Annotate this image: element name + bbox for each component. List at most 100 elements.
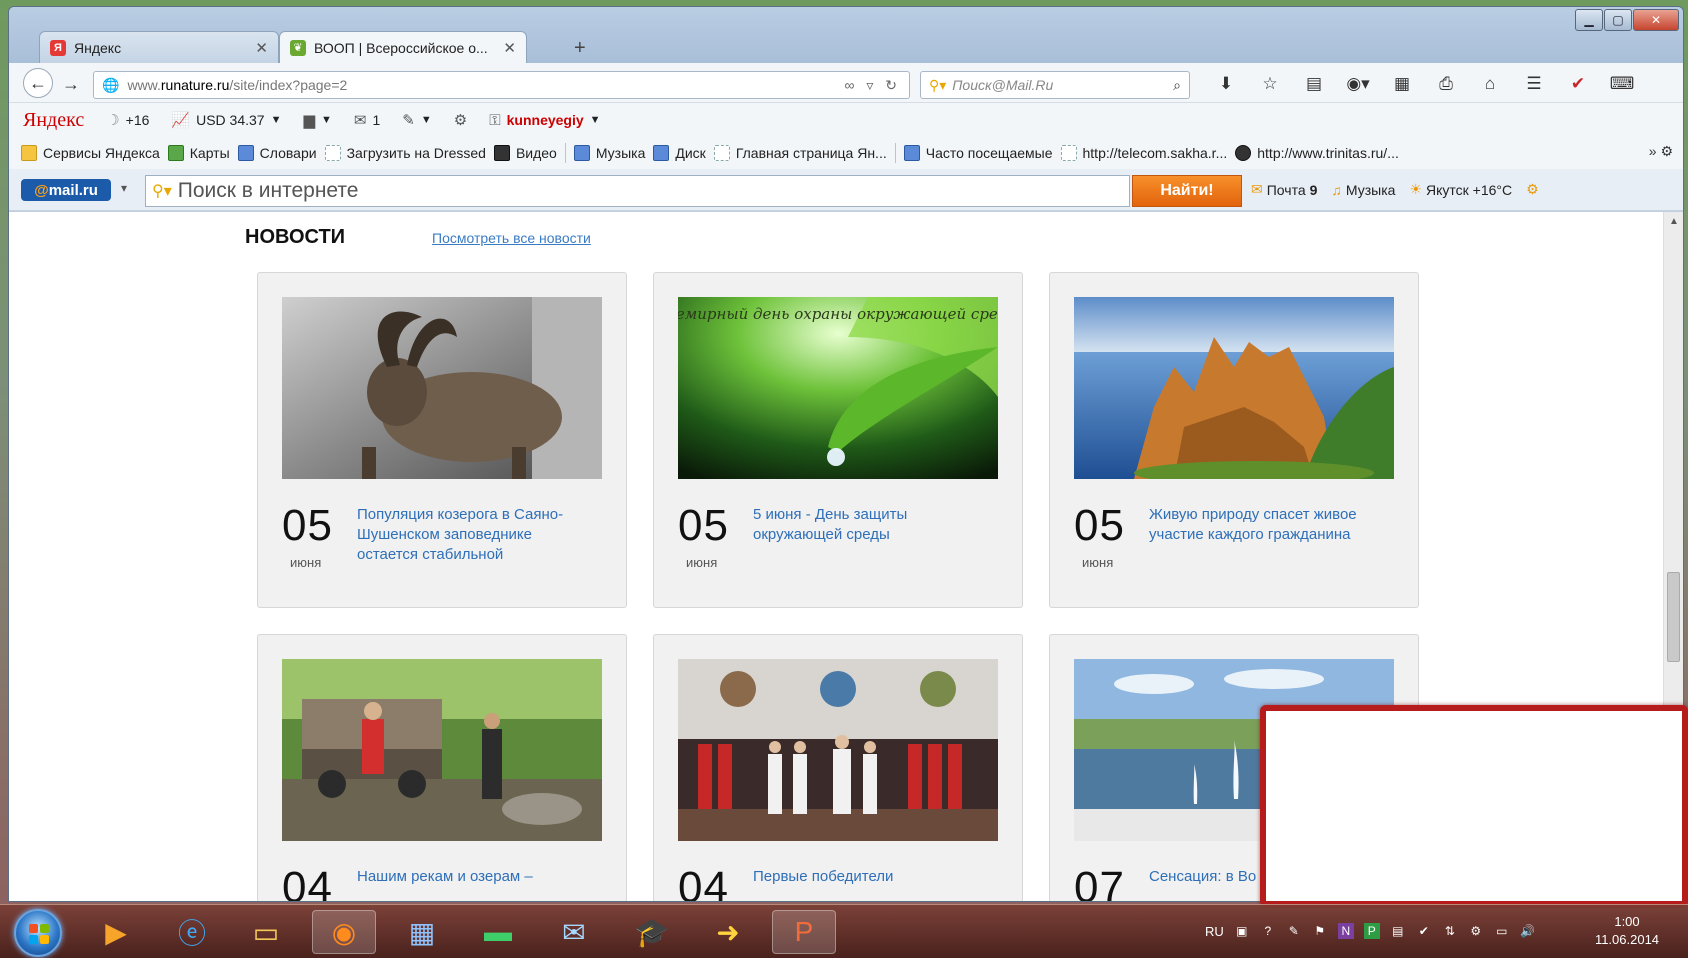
pen-icon[interactable]: ✎ xyxy=(1286,923,1302,939)
money-icon[interactable]: ▬ xyxy=(466,910,530,954)
apps-grid-icon[interactable]: ▦ xyxy=(1380,71,1424,97)
user-widget[interactable]: ⚿ kunneyegiy ▼ xyxy=(489,112,600,129)
stage-photo[interactable] xyxy=(678,659,998,841)
reload-icon[interactable]: ∞ ▿ ↻ xyxy=(844,77,901,94)
currency-widget[interactable]: 📈 USD 34.37 ▼ xyxy=(171,111,281,129)
internet-search-input[interactable]: ⚲▾ Поиск в интернете xyxy=(145,175,1130,207)
news-card[interactable]: 04 Первые победители xyxy=(653,634,1023,901)
news-card[interactable]: 05 июня Живую природу спасет живое участ… xyxy=(1049,272,1419,608)
bookmark-item[interactable]: Часто посещаемые xyxy=(903,145,1053,161)
bookmark-item[interactable]: Главная страница Ян... xyxy=(713,145,887,161)
clock[interactable]: 1:00 11.06.2014 xyxy=(1586,913,1668,949)
bookmark-item[interactable]: Словари xyxy=(237,145,317,161)
privacy-icon[interactable]: ◉▾ xyxy=(1336,71,1380,97)
news-headline-link[interactable]: Живую природу спасет живое участие каждо… xyxy=(1149,505,1389,545)
calculator-icon[interactable]: ▦ xyxy=(390,910,454,954)
new-tab-icon[interactable]: + xyxy=(574,37,586,60)
scroll-thumb[interactable] xyxy=(1667,572,1680,662)
certificate-icon[interactable]: ✉ xyxy=(542,910,606,954)
menu-icon[interactable]: ☰ xyxy=(1512,71,1556,97)
publisher-icon[interactable]: P xyxy=(1363,923,1380,939)
tab-voop[interactable]: ❦ ВООП | Всероссийское о... ✕ xyxy=(279,31,527,63)
tab-yandex[interactable]: Я Яндекс ✕ xyxy=(39,31,279,63)
download-icon[interactable]: ⬇ xyxy=(1204,71,1248,97)
monitor-icon[interactable]: ▭ xyxy=(1494,923,1510,939)
windows-logo-icon xyxy=(29,924,49,944)
settings-widget[interactable]: ⚙ xyxy=(454,111,467,129)
yandex-logo[interactable]: Яндекс xyxy=(23,109,84,132)
minimize-icon[interactable]: ▁ xyxy=(1575,9,1603,31)
media-player-icon[interactable]: ▶ xyxy=(84,910,148,954)
traffic-widget[interactable]: ▆ ▼ xyxy=(303,111,331,129)
kaspersky-icon[interactable]: ✔ xyxy=(1556,71,1600,97)
maximize-icon[interactable]: ▢ xyxy=(1604,9,1632,31)
mailru-search-box[interactable]: ⚲▾ Поиск@Mail.Ru ⌕ xyxy=(920,71,1190,99)
keyboard-layout-icon[interactable]: ▣ xyxy=(1234,923,1250,939)
yandex-mail-widget[interactable]: ✉ 1 xyxy=(354,111,380,129)
bookmark-item[interactable]: Загрузить на Dressed xyxy=(324,145,486,161)
ibex-photo[interactable] xyxy=(282,297,602,479)
file-explorer-icon[interactable]: ▭ xyxy=(234,910,298,954)
arrow-icon[interactable]: ➜ xyxy=(696,910,760,954)
more-bookmarks-icon[interactable]: » ⚙ xyxy=(1649,143,1673,160)
network-icon[interactable]: ⇅ xyxy=(1442,923,1458,939)
powerpoint-icon[interactable]: P xyxy=(772,910,836,954)
flag-icon[interactable]: ⚑ xyxy=(1312,923,1328,939)
bookmark-item[interactable]: Карты xyxy=(167,145,230,161)
network-monitor-icon[interactable]: ▤ xyxy=(1390,923,1406,939)
firefox-icon[interactable]: ◉ xyxy=(312,910,376,954)
bookmark-item[interactable]: Музыка xyxy=(573,145,645,161)
onenote-icon[interactable]: N xyxy=(1337,923,1354,939)
volume-icon[interactable]: 🔊 xyxy=(1520,923,1536,939)
music-widget[interactable]: ♫ Музыка xyxy=(1331,181,1395,198)
print-icon[interactable]: ⎙ xyxy=(1424,71,1468,97)
start-button[interactable] xyxy=(14,909,62,957)
graduate-icon[interactable]: 🎓 xyxy=(620,910,684,954)
news-headline-link[interactable]: Нашим рекам и озерам – xyxy=(357,867,597,887)
security-icon[interactable]: ✔ xyxy=(1416,923,1432,939)
news-card[interactable]: Всемирный день охраны окружающей среды 0… xyxy=(653,272,1023,608)
image-caption: Всемирный день охраны окружающей среды xyxy=(678,305,998,323)
notes-widget[interactable]: ✎ ▼ xyxy=(402,111,431,129)
close-tab-icon[interactable]: ✕ xyxy=(503,39,516,57)
forward-arrow-icon[interactable]: → xyxy=(55,71,87,97)
devices-icon[interactable]: ⚙ xyxy=(1468,923,1484,939)
clipboard-icon[interactable]: ▤ xyxy=(1292,71,1336,97)
mail-widget[interactable]: ✉ Почта 9 xyxy=(1251,181,1317,198)
news-card[interactable]: 05 июня Популяция козерога в Саяно-Шушен… xyxy=(257,272,627,608)
close-icon[interactable]: ✕ xyxy=(1633,9,1679,31)
bookmark-item[interactable]: Диск xyxy=(653,145,706,161)
all-news-link[interactable]: Посмотреть все новости xyxy=(432,230,591,246)
cleanup-photo[interactable] xyxy=(282,659,602,841)
find-button[interactable]: Найти! xyxy=(1132,175,1242,207)
language-indicator[interactable]: RU xyxy=(1205,924,1224,939)
scroll-up-icon[interactable]: ▲ xyxy=(1669,216,1679,227)
bookmark-item[interactable]: http://www.trinitas.ru/... xyxy=(1235,145,1399,161)
news-headline-link[interactable]: Популяция козерога в Саяно-Шушенском зап… xyxy=(357,505,597,565)
news-card[interactable]: 04 Нашим рекам и озерам – xyxy=(257,634,627,901)
bookmark-item[interactable]: Видео xyxy=(493,145,557,161)
weather-widget[interactable]: ☀ Якутск +16°C xyxy=(1409,181,1512,198)
help-icon[interactable]: ? xyxy=(1260,923,1276,939)
search-icon[interactable]: ⌕ xyxy=(1173,77,1181,94)
news-headline-link[interactable]: 5 июня - День защиты окружающей среды xyxy=(753,505,993,545)
leaf-drop-photo[interactable]: Всемирный день охраны окружающей среды xyxy=(678,297,998,479)
bookmark-item[interactable]: http://telecom.sakha.r... xyxy=(1060,145,1227,161)
news-headline-link[interactable]: Первые победители xyxy=(753,867,993,887)
keyboard-icon[interactable]: ⌨ xyxy=(1600,71,1644,97)
address-bar[interactable]: 🌐 www.runature.ru/site/index?page=2 ∞ ▿ … xyxy=(93,71,910,99)
rock-pillars-photo[interactable] xyxy=(1074,297,1394,479)
settings-gear-icon[interactable]: ⚙ xyxy=(1526,181,1539,198)
close-tab-icon[interactable]: ✕ xyxy=(255,39,268,57)
mailru-search-icon: ⚲▾ xyxy=(152,183,172,200)
weather-widget[interactable]: ☽ +16 xyxy=(106,111,149,129)
bookmark-star-icon[interactable]: ☆ xyxy=(1248,71,1292,97)
home-icon[interactable]: ⌂ xyxy=(1468,71,1512,97)
chevron-down-icon[interactable]: ▾ xyxy=(121,181,127,195)
bookmark-item[interactable]: Сервисы Яндекса xyxy=(21,145,160,161)
news-day: 05 xyxy=(282,501,333,550)
news-day: 05 xyxy=(1074,501,1125,550)
internet-explorer-icon[interactable]: ⓔ xyxy=(160,910,224,954)
mailru-logo[interactable]: @ mail.ru xyxy=(21,179,111,201)
back-arrow-icon[interactable]: ← xyxy=(23,68,53,98)
